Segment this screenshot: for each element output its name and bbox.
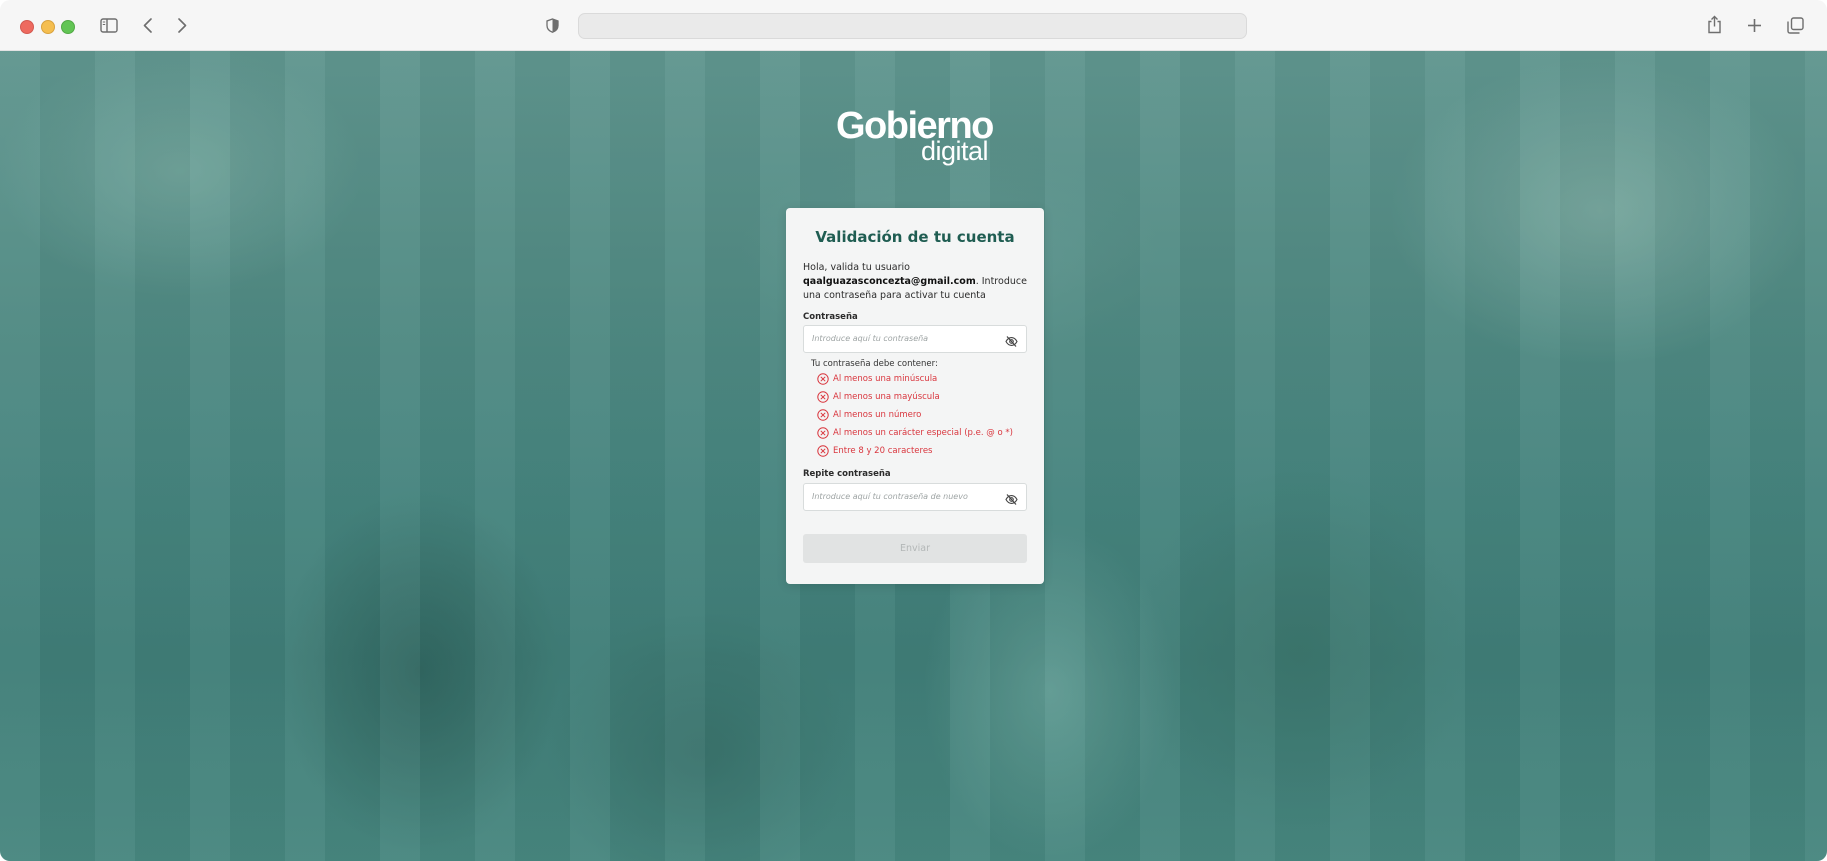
password-placeholder: Introduce aquí tu contraseña (812, 334, 929, 343)
user-email: qaalguazasconcezta@gmail.com (803, 276, 976, 287)
minimize-window-button[interactable] (41, 20, 55, 34)
requirements-title: Tu contraseña debe contener: (811, 359, 938, 369)
intro-text: Hola, valida tu usuario qaalguazasconcez… (803, 261, 1031, 303)
error-x-icon (817, 373, 829, 385)
repeat-password-placeholder: Introduce aquí tu contraseña de nuevo (812, 492, 968, 501)
error-x-icon (817, 427, 829, 439)
share-icon[interactable] (1705, 14, 1723, 34)
maximize-window-button[interactable] (61, 20, 75, 34)
requirement-text: Entre 8 y 20 caracteres (833, 446, 933, 456)
page-background: Gobierno digital Validación de tu cuenta… (0, 51, 1827, 861)
requirement-item: Al menos una minúscula (817, 373, 937, 385)
requirement-item: Al menos un carácter especial (p.e. @ o … (817, 427, 1013, 439)
eye-off-icon[interactable] (1005, 491, 1018, 505)
submit-button[interactable]: Enviar (803, 534, 1027, 563)
browser-toolbar (0, 0, 1827, 51)
logo-line-2: digital (920, 136, 989, 166)
back-icon[interactable] (140, 16, 154, 34)
eye-off-icon[interactable] (1005, 333, 1018, 347)
close-window-button[interactable] (20, 20, 34, 34)
requirement-item: Entre 8 y 20 caracteres (817, 445, 932, 457)
sidebar-toggle-icon[interactable] (100, 16, 118, 34)
privacy-shield-icon[interactable] (545, 17, 560, 34)
card-title: Validación de tu cuenta (815, 228, 1015, 246)
validation-card: Validación de tu cuenta Hola, valida tu … (786, 208, 1044, 584)
repeat-password-label: Repite contraseña (803, 469, 891, 479)
requirement-text: Al menos un carácter especial (p.e. @ o … (833, 428, 1013, 438)
forward-icon[interactable] (175, 16, 189, 34)
repeat-password-input[interactable]: Introduce aquí tu contraseña de nuevo (803, 483, 1027, 511)
requirement-text: Al menos una mayúscula (833, 392, 940, 402)
requirement-text: Al menos una minúscula (833, 374, 938, 384)
requirement-item: Al menos una mayúscula (817, 391, 940, 403)
tab-overview-icon[interactable] (1786, 16, 1804, 34)
intro-prefix: Hola, valida tu usuario (803, 262, 910, 273)
requirement-text: Al menos un número (833, 410, 922, 420)
password-input[interactable]: Introduce aquí tu contraseña (803, 325, 1027, 353)
address-bar[interactable] (578, 13, 1247, 39)
error-x-icon (817, 445, 829, 457)
error-x-icon (817, 409, 829, 421)
new-tab-icon[interactable] (1745, 16, 1763, 34)
password-label: Contraseña (803, 312, 858, 322)
browser-window: Gobierno digital Validación de tu cuenta… (0, 0, 1827, 861)
error-x-icon (817, 391, 829, 403)
gobierno-digital-logo: Gobierno digital (836, 107, 996, 169)
requirement-item: Al menos un número (817, 409, 921, 421)
